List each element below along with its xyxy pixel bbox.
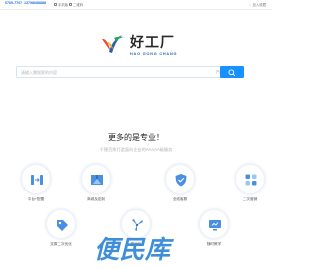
section-title: 更多的是专业！: [108, 133, 164, 142]
tag-icon: [57, 220, 68, 231]
qrcode-label: 二维码: [73, 2, 84, 7]
settings-icon: [31, 175, 43, 185]
search-input[interactable]: 请输入需搜索的内容 产品: [16, 66, 230, 78]
service-item-marketing[interactable]: 二次营销: [232, 164, 268, 202]
service-item-mall[interactable]: 商城及定制: [78, 164, 114, 202]
brand-name-en: HAO GONG CHANG: [130, 52, 178, 56]
section-subtitle: 千锤百炼打造面向企业的AAAAA级服务: [99, 147, 173, 152]
mobile-version-link[interactable]: 手机版: [54, 2, 68, 7]
site-logo[interactable]: 好工厂 HAO GONG CHANG: [100, 30, 190, 62]
add-favorite-label: 加入收藏: [252, 2, 266, 7]
monitor-icon: [209, 220, 221, 231]
service-item-teaching[interactable]: 随时教学: [196, 209, 232, 247]
brand-name: 好工厂: [130, 34, 175, 50]
service-label: 支撑二次优化: [50, 242, 72, 246]
phone-number-2: 13798688888: [24, 1, 46, 5]
star-icon: ☆: [248, 2, 252, 7]
service-label: 全线客服: [172, 197, 188, 201]
service-label: 二次营销: [242, 197, 258, 201]
mobile-version-label: 手机版: [58, 2, 69, 7]
service-item-support[interactable]: 全线客服: [162, 164, 198, 202]
service-label: 随时教学: [206, 242, 222, 246]
qrcode-link[interactable]: 二维码: [69, 2, 83, 7]
service-label: 平台+配置: [27, 197, 45, 201]
phone-icon: [54, 2, 57, 6]
watermark: 便民库: [94, 236, 171, 264]
service-label: 商城及定制: [87, 197, 105, 201]
bookmark-icon: [91, 175, 103, 185]
phone-number-1: 0769-7707: [5, 1, 23, 5]
grid-icon: [245, 174, 257, 186]
shield-icon: [175, 174, 187, 187]
add-favorite-link[interactable]: ☆加入收藏: [248, 2, 266, 7]
search-button[interactable]: [220, 66, 244, 78]
service-item-optimization[interactable]: 支撑二次优化: [43, 209, 79, 247]
service-item-platform[interactable]: 平台+配置: [18, 164, 54, 202]
qrcode-icon: [69, 2, 72, 6]
search-bar: 请输入需搜索的内容 产品: [16, 66, 256, 78]
search-icon: [228, 69, 236, 77]
logo-mark-icon: [102, 35, 124, 53]
top-bar: 0769-7707 13798688888 手机版 二维码 ☆加入收藏: [0, 0, 272, 10]
search-placeholder: 请输入需搜索的内容: [21, 70, 57, 75]
